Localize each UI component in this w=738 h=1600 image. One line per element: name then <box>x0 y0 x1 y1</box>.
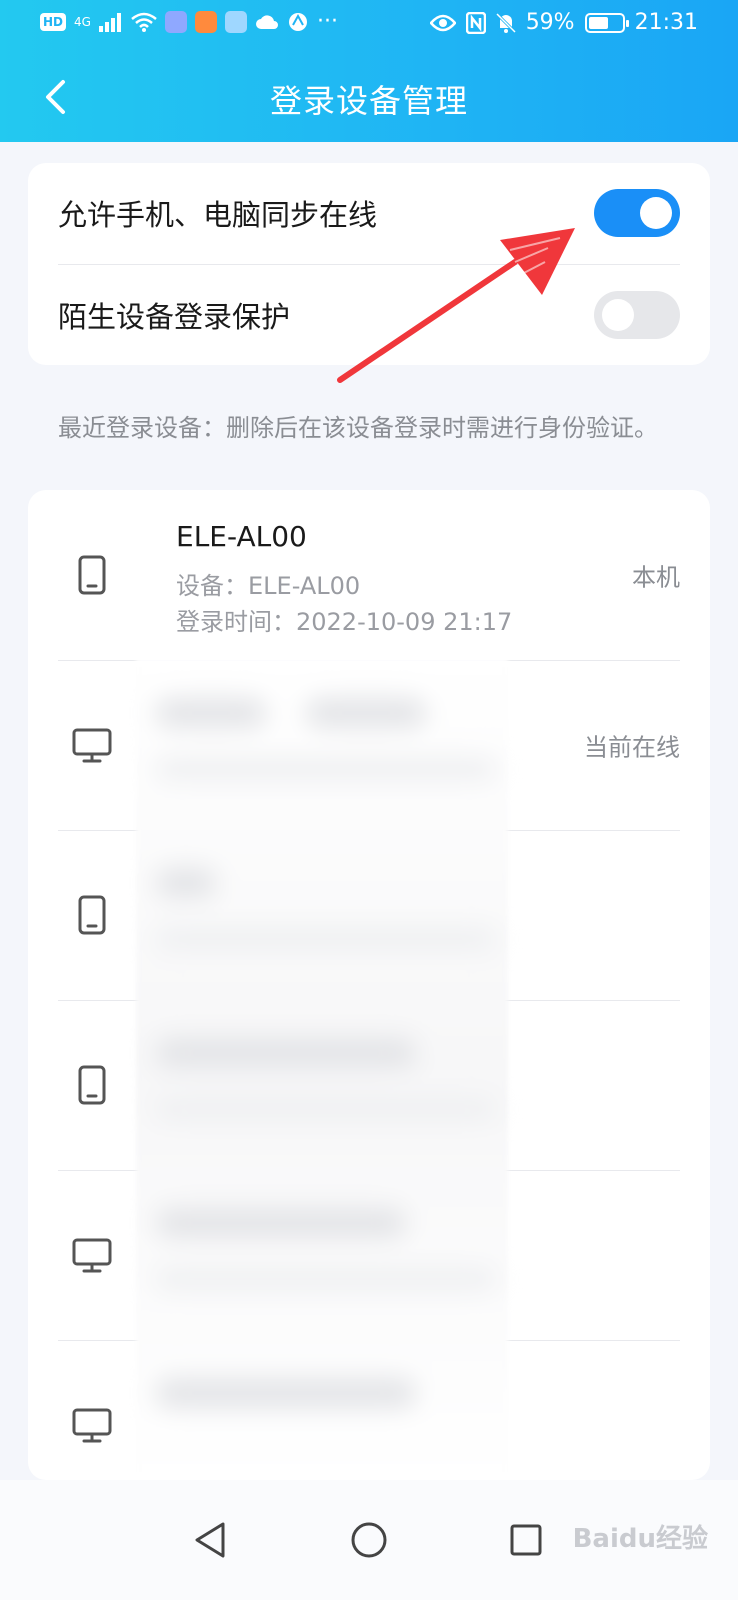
mute-bell-icon <box>495 12 516 33</box>
monitor-icon <box>68 1401 116 1449</box>
app-header: HD 4G ··· 59% 21:31 登录设备管理 <box>0 0 738 142</box>
phone-icon <box>68 891 116 939</box>
monitor-icon <box>68 721 116 769</box>
sync-online-toggle[interactable] <box>594 189 680 237</box>
signal-icon <box>98 13 121 32</box>
redaction-blur <box>136 658 508 1480</box>
recents-square-icon <box>510 1524 542 1556</box>
nav-back-button[interactable] <box>180 1510 240 1570</box>
system-nav-bar: Baidu经验 <box>0 1480 738 1600</box>
setting-row-sync-online[interactable]: 允许手机、电脑同步在线 <box>58 163 680 263</box>
status-bar-left: HD 4G ··· <box>40 10 338 34</box>
wifi-icon <box>131 12 157 32</box>
devices-card: ELE-AL00 设备：ELE-AL00 登录时间：2022-10-09 21:… <box>28 490 710 1480</box>
signal-label: 4G <box>74 15 91 29</box>
clock: 21:31 <box>634 10 698 35</box>
cloud-icon <box>255 15 278 29</box>
more-notifications-icon: ··· <box>316 9 338 34</box>
hand-app-icon <box>224 11 247 33</box>
device-row[interactable]: ELE-AL00 设备：ELE-AL00 登录时间：2022-10-09 21:… <box>58 490 680 660</box>
browser-icon <box>288 13 307 31</box>
page-title: 登录设备管理 <box>269 82 468 120</box>
status-bar-right: 59% 21:31 <box>429 10 698 35</box>
device-name: ELE-AL00 <box>176 520 307 553</box>
settings-card: 允许手机、电脑同步在线 陌生设备登录保护 <box>28 163 710 365</box>
nav-recents-button[interactable] <box>496 1510 556 1570</box>
device-login-time: 登录时间：2022-10-09 21:17 <box>176 608 513 636</box>
back-triangle-icon <box>195 1522 225 1558</box>
battery-icon <box>584 12 629 33</box>
phone-icon <box>68 1061 116 1109</box>
baidu-watermark: Baidu经验 <box>572 1524 708 1554</box>
home-circle-icon <box>351 1522 387 1558</box>
toggle-knob <box>640 197 672 229</box>
status-bar: HD 4G ··· 59% 21:31 <box>0 0 738 50</box>
setting-label: 允许手机、电脑同步在线 <box>58 198 378 232</box>
stranger-protection-toggle[interactable] <box>594 291 680 339</box>
monitor-icon <box>68 1231 116 1279</box>
device-status: 当前在线 <box>584 733 680 762</box>
nav-home-button[interactable] <box>339 1510 399 1570</box>
hd-badge: HD <box>40 13 67 31</box>
device-model: 设备：ELE-AL00 <box>176 572 361 600</box>
eye-icon <box>429 14 456 31</box>
setting-label: 陌生设备登录保护 <box>58 300 291 334</box>
phone-icon <box>68 551 116 599</box>
taobao-app-icon <box>194 11 217 33</box>
recent-devices-hint: 最近登录设备：删除后在该设备登录时需进行身份验证。 <box>58 414 658 442</box>
battery-percent: 59% <box>525 10 575 35</box>
device-status: 本机 <box>632 563 680 592</box>
nav-bar: 登录设备管理 <box>0 60 738 138</box>
nfc-icon <box>465 11 486 34</box>
setting-row-stranger-protection[interactable]: 陌生设备登录保护 <box>58 265 680 365</box>
music-app-icon <box>164 11 187 33</box>
toggle-knob <box>602 299 634 331</box>
